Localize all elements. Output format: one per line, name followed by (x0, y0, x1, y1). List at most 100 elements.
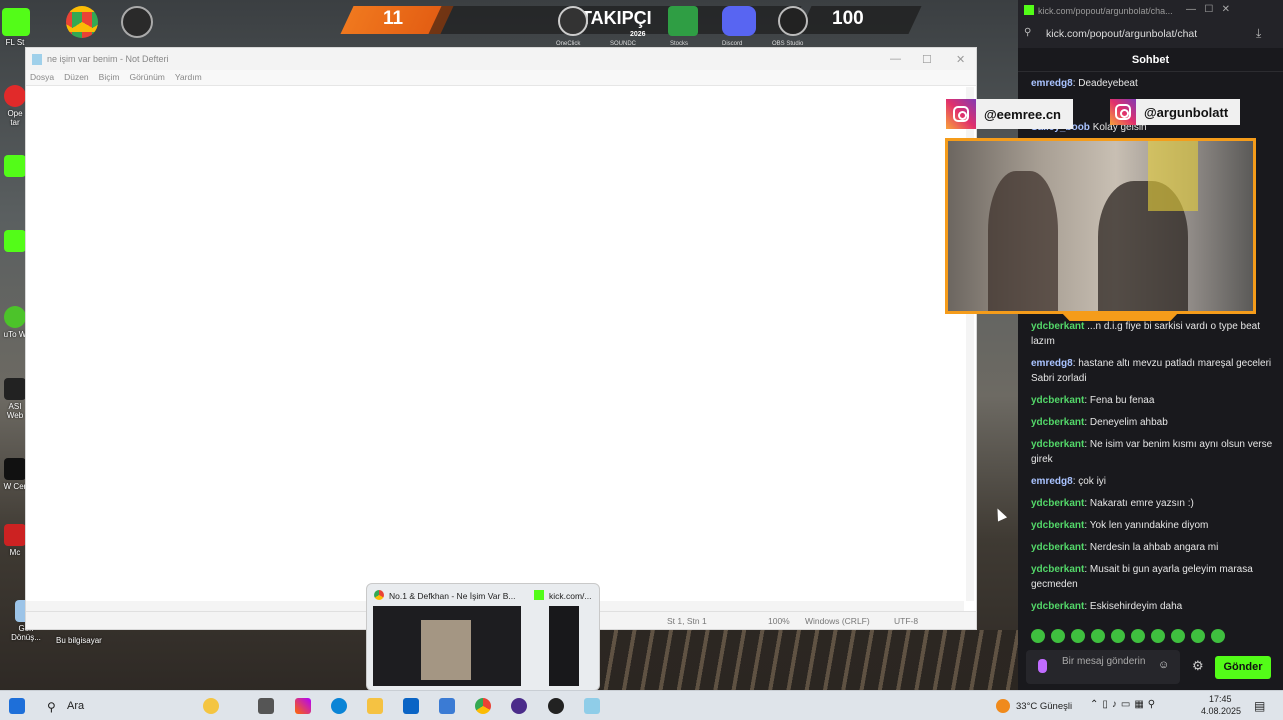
emote-icon[interactable] (1191, 629, 1205, 643)
weather-text[interactable]: 33°C Güneşli (1016, 701, 1072, 712)
chat-message: ydcberkant: Musait bi gun ayarla geleyim… (1031, 564, 1253, 590)
zoom-level: 100% (768, 616, 790, 626)
year-badge: 2026 (630, 31, 646, 38)
emote-icon[interactable] (1211, 629, 1225, 643)
desktop-icon-label: Ope tar (7, 109, 23, 127)
outlook-icon[interactable] (403, 698, 419, 714)
notepad-window: ne işim var benim - Not Defteri — ☐ ✕ Do… (25, 47, 977, 630)
right-count: 100 (832, 8, 864, 29)
chat-message: ydcberkant ...n d.i.g fiye bi sarkisi va… (1031, 321, 1261, 347)
desktop-icon-label: ASI Web (6, 402, 24, 420)
kick-icon (1024, 5, 1034, 15)
menu-edit[interactable]: Düzen (64, 70, 89, 85)
notification-icon[interactable]: ▤ (1254, 699, 1265, 713)
settings-gear-icon[interactable]: ⚙ (1192, 658, 1204, 674)
left-count: 11 (383, 8, 404, 29)
cam-frame-accent (1060, 311, 1180, 321)
notepad-taskbar-icon[interactable] (584, 698, 600, 714)
window-controls[interactable]: — ☐ ✕ (1186, 4, 1230, 15)
emote-icon[interactable] (1071, 629, 1085, 643)
kick-icon (4, 155, 26, 177)
clock-time[interactable]: 17:45 (1209, 694, 1232, 704)
maximize-button[interactable]: ☐ (922, 53, 932, 66)
copilot-icon[interactable] (203, 698, 219, 714)
download-icon[interactable]: ⤓ (1256, 26, 1261, 41)
notepad-titlebar[interactable]: ne işim var benim - Not Defteri (26, 48, 976, 70)
kick-icon (2, 8, 30, 36)
stream-overlay-bar: 11 TAKIPÇI 100 (335, 6, 922, 34)
notepad-icon (32, 53, 42, 65)
search-label[interactable]: Ara (67, 700, 84, 712)
taskbar-preview-popup: No.1 & Defkhan - Ne İşim Var B... kick.c… (366, 583, 600, 691)
emote-icon[interactable] (1091, 629, 1105, 643)
minimize-button[interactable]: — (890, 53, 901, 65)
send-button[interactable]: Gönder (1215, 656, 1271, 679)
task-view-icon[interactable] (258, 698, 274, 714)
chat-message: emredg8: hastane altı mevzu patladı mare… (1031, 358, 1272, 384)
clock-date[interactable]: 4.08.2025 (1201, 706, 1241, 716)
chat-message: ydcberkant: Deneyelim ahbab (1031, 417, 1168, 428)
emote-icon[interactable] (1151, 629, 1165, 643)
discord-icon[interactable] (722, 6, 756, 36)
desktop-icon-label: Mc (9, 548, 21, 557)
chat-message-input[interactable]: Bir mesaj gönderin ☺ (1026, 650, 1180, 684)
asic-icon (4, 378, 26, 400)
preview-thumbnail[interactable] (549, 606, 579, 686)
text-area[interactable] (26, 87, 964, 601)
preview-thumbnail[interactable] (373, 606, 521, 686)
chrome-desktop-icon[interactable] (66, 6, 98, 38)
search-icon[interactable]: ⚲ (47, 700, 56, 714)
desktop-icon-fl-studio[interactable]: FL St (2, 8, 30, 47)
chat-message: ydcberkant: Fena bu fenaa (1031, 395, 1155, 406)
menu-help[interactable]: Yardım (175, 70, 202, 85)
emote-icon[interactable] (1111, 629, 1125, 643)
chat-browser-bar: kick.com/popout/argunbolat/cha... — ☐ ✕ … (1018, 0, 1283, 48)
edge-icon[interactable] (331, 698, 347, 714)
weather-sun-icon (996, 699, 1010, 713)
menu-view[interactable]: Görünüm (129, 70, 164, 85)
obs-taskbar-icon[interactable] (548, 698, 564, 714)
file-explorer-icon[interactable] (367, 698, 383, 714)
chat-message: ydcberkant: Nerdesin la ahbab angara mi (1031, 542, 1219, 553)
copilot-app-icon[interactable] (295, 698, 311, 714)
menu-format[interactable]: Biçim (99, 70, 120, 85)
app-taskbar-icon[interactable] (511, 698, 527, 714)
chrome-icon (374, 590, 384, 600)
emote-bar (1031, 629, 1225, 643)
emote-icon[interactable] (1051, 629, 1065, 643)
start-windows-icon[interactable] (9, 698, 25, 714)
menu-file[interactable]: Dosya (30, 70, 54, 85)
takipci-label: TAKIPÇI (581, 8, 652, 28)
chat-message: ydcberkant: Nakaratı emre yazsın :) (1031, 498, 1194, 509)
app-desktop-icon[interactable] (121, 6, 153, 38)
store-icon[interactable] (439, 698, 455, 714)
emote-icon[interactable] (1131, 629, 1145, 643)
window-title: ne işim var benim - Not Defteri (47, 54, 169, 64)
app-icon (4, 458, 26, 480)
chat-message: emredg8: çok iyi (1031, 476, 1107, 487)
emote-icon[interactable] (1171, 629, 1185, 643)
obs-icon[interactable] (778, 6, 808, 36)
chrome-taskbar-icon[interactable] (475, 698, 491, 714)
emote-icon[interactable] (1031, 629, 1045, 643)
emoji-icon[interactable]: ☺ (1158, 660, 1169, 671)
chat-url[interactable]: kick.com/popout/argunbolat/chat (1046, 28, 1197, 40)
preview-title: No.1 & Defkhan - Ne İşim Var B... (389, 591, 516, 601)
system-tray-icons[interactable]: ⌃▯♪▭▦⚲ (1090, 699, 1159, 710)
desktop-icon-label: FL St (5, 38, 25, 47)
instagram-handle-1: @eemree.cn (946, 99, 1073, 129)
notepad-menubar: Dosya Düzen Biçim Görünüm Yardım (26, 70, 976, 86)
oneclick-icon[interactable] (558, 6, 588, 36)
mouse-cursor (992, 506, 1008, 522)
desktop-icon-this-pc[interactable]: Bu bilgisayar (56, 636, 102, 645)
chat-message: ydcberkant: Yok len yanındakine diyom (1031, 520, 1209, 531)
preview-title: kick.com/... (549, 591, 592, 601)
instagram-icon (946, 99, 976, 129)
chat-header: Sohbet (1018, 48, 1283, 72)
instagram-handle-text: @argunbolatt (1144, 104, 1229, 120)
kick-icon (534, 590, 544, 600)
close-button[interactable]: ✕ (956, 53, 965, 66)
chat-window-title: kick.com/popout/argunbolat/cha... (1038, 6, 1173, 16)
desktop-icon-label: W Cer (3, 482, 27, 491)
stocks-icon[interactable] (668, 6, 698, 36)
